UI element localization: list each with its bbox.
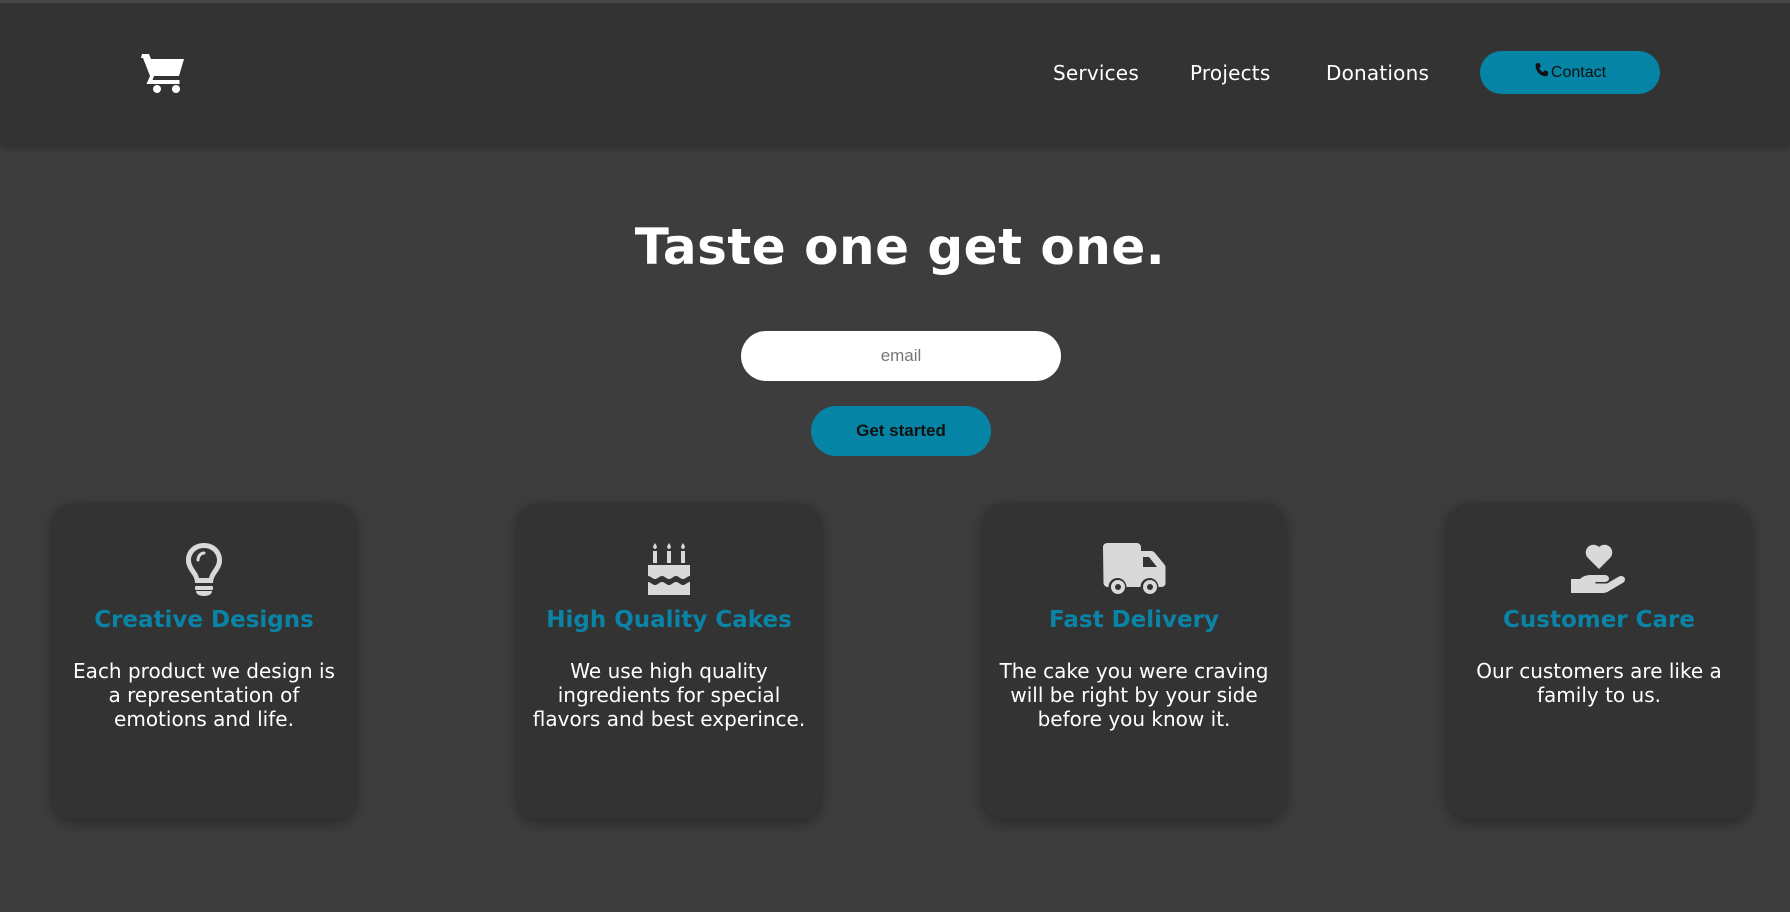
hand-holding-heart-icon [1447, 541, 1751, 597]
feature-description: We use high quality ingredients for spec… [532, 659, 806, 731]
feature-description: The cake you were craving will be right … [999, 659, 1269, 731]
feature-title: High Quality Cakes [546, 607, 792, 633]
nav-donations-link[interactable]: Donations [1326, 61, 1429, 85]
feature-title: Fast Delivery [1049, 607, 1219, 633]
email-input[interactable] [741, 331, 1061, 381]
feature-card-high-quality-cakes: High Quality Cakes We use high quality i… [517, 503, 821, 819]
site-header: Services Projects Donations Contact [0, 3, 1790, 146]
birthday-cake-icon [517, 541, 821, 597]
phone-icon [1534, 62, 1551, 83]
nav-services-link[interactable]: Services [1053, 61, 1139, 85]
feature-card-creative-designs: Creative Designs Each product we design … [52, 503, 356, 819]
feature-description: Our customers are like a family to us. [1476, 659, 1722, 707]
contact-button-label: Contact [1550, 63, 1607, 81]
contact-button[interactable]: Contact [1480, 51, 1660, 94]
feature-card-fast-delivery: Fast Delivery The cake you were craving … [982, 503, 1286, 819]
get-started-button[interactable]: Get started [811, 406, 991, 456]
feature-description: Each product we design is a representati… [73, 659, 335, 731]
lightbulb-icon [52, 541, 356, 597]
hero-title: Taste one get one. [634, 218, 1166, 276]
delivery-truck-icon [982, 541, 1286, 597]
feature-title: Customer Care [1503, 607, 1695, 633]
shopping-cart-icon[interactable] [140, 50, 188, 94]
nav-projects-link[interactable]: Projects [1190, 61, 1270, 85]
feature-card-customer-care: Customer Care Our customers are like a f… [1447, 503, 1751, 819]
feature-title: Creative Designs [94, 607, 314, 633]
